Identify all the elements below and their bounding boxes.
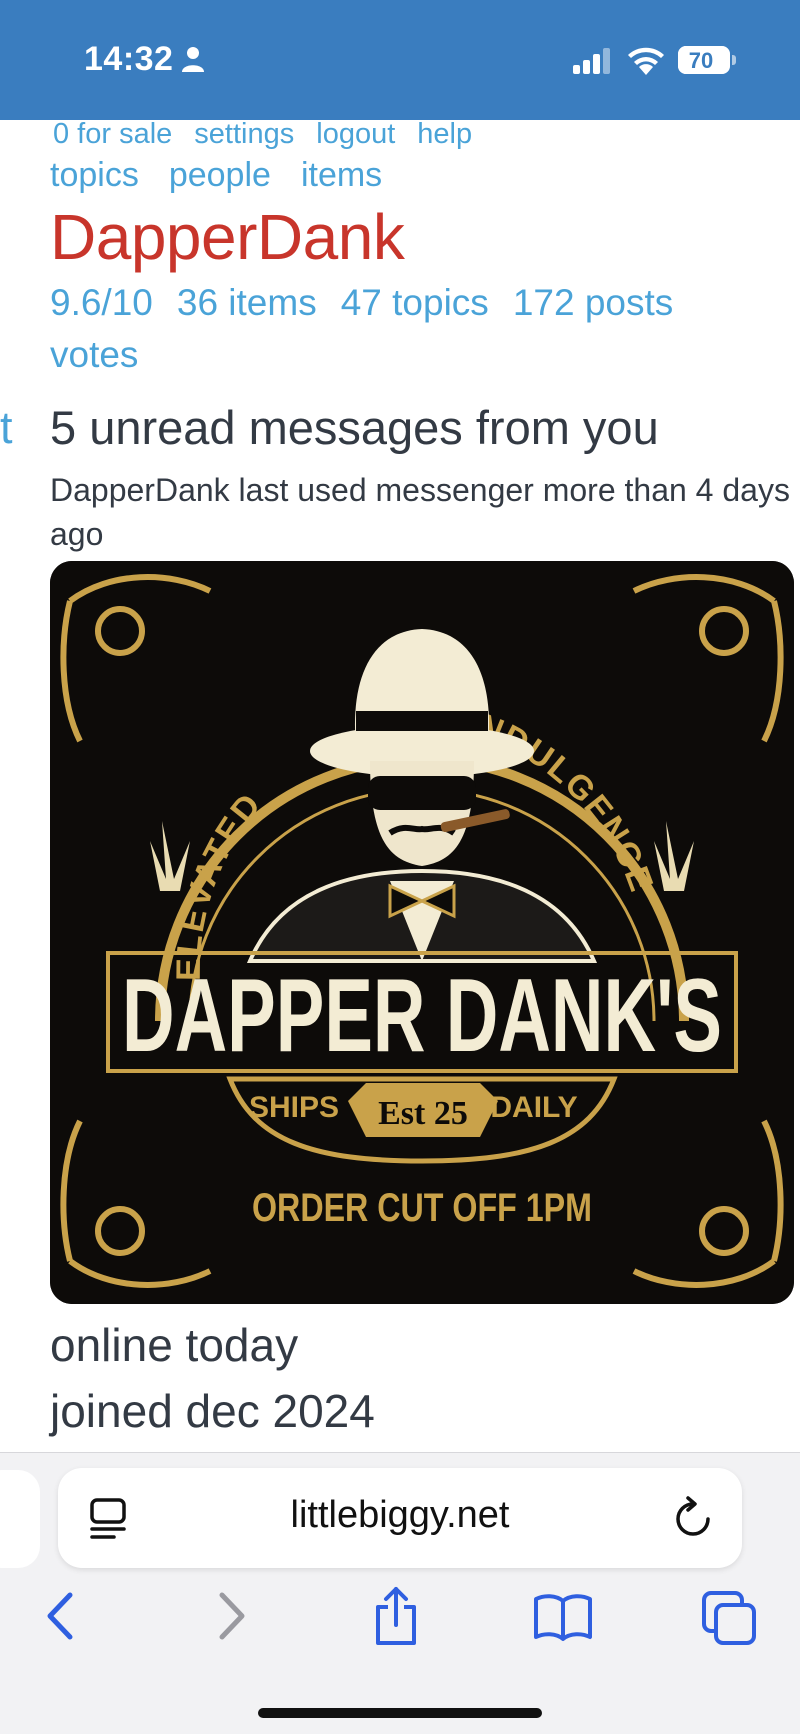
signal-icon <box>573 48 610 74</box>
posts-count-link[interactable]: 172 posts <box>513 282 673 323</box>
person-icon <box>182 47 204 72</box>
status-time: 14:32 <box>84 40 174 78</box>
home-indicator[interactable] <box>258 1708 542 1718</box>
wifi-icon <box>628 47 664 75</box>
profile-banner-image: ELEVATED INDULGENCE DAPPER DANK'S <box>50 561 794 1304</box>
offscreen-link-fragment[interactable]: t <box>0 402 13 454</box>
banner-est: Est 25 <box>378 1095 468 1132</box>
dapper-danks-logo: ELEVATED INDULGENCE DAPPER DANK'S <box>50 561 794 1304</box>
items-link[interactable]: items <box>301 156 382 194</box>
unread-messages[interactable]: 5 unread messages from you <box>50 400 659 455</box>
rating-link[interactable]: 9.6/10 <box>50 282 153 323</box>
items-count-link[interactable]: 36 items <box>177 282 317 323</box>
people-link[interactable]: people <box>169 156 271 194</box>
forward-icon[interactable] <box>212 1585 252 1647</box>
joined-date: joined dec 2024 <box>50 1385 375 1437</box>
back-icon[interactable] <box>40 1585 80 1647</box>
previous-tab-preview[interactable] <box>0 1470 40 1568</box>
banner-cutoff: ORDER CUT OFF 1PM <box>252 1186 592 1230</box>
battery-cap <box>732 55 736 65</box>
reader-icon[interactable] <box>88 1494 128 1542</box>
share-icon[interactable] <box>372 1585 420 1647</box>
logout-link[interactable]: logout <box>316 118 395 150</box>
settings-link[interactable]: settings <box>194 118 294 150</box>
reload-icon[interactable] <box>672 1494 714 1542</box>
bookmarks-icon[interactable] <box>532 1585 594 1647</box>
status-bar: 14:32 70 <box>0 0 800 120</box>
help-link[interactable]: help <box>417 118 472 150</box>
topics-count-link[interactable]: 47 topics <box>341 282 489 323</box>
battery-level: 70 <box>688 48 714 73</box>
for-sale-link[interactable]: 0 for sale <box>53 118 172 150</box>
votes-link[interactable]: votes <box>50 334 138 376</box>
banner-ships: SHIPS <box>249 1091 339 1124</box>
profile-username: DapperDank <box>50 201 405 273</box>
tabs-icon[interactable] <box>700 1585 758 1647</box>
profile-stats: 9.6/10 36 items 47 topics 172 posts <box>50 282 697 324</box>
topics-link[interactable]: topics <box>50 156 139 194</box>
main-nav: topics people items <box>50 156 412 195</box>
banner-brand: DAPPER DANK'S <box>122 958 722 1074</box>
banner-daily: DAILY <box>490 1091 577 1124</box>
account-nav: 0 for sale settings logout help <box>53 118 494 151</box>
battery-icon: 70 <box>678 46 730 74</box>
online-status: online today <box>50 1319 299 1371</box>
url-text[interactable]: littlebiggy.net <box>200 1494 600 1537</box>
last-used-messenger: DapperDank last used messenger more than… <box>50 472 790 552</box>
